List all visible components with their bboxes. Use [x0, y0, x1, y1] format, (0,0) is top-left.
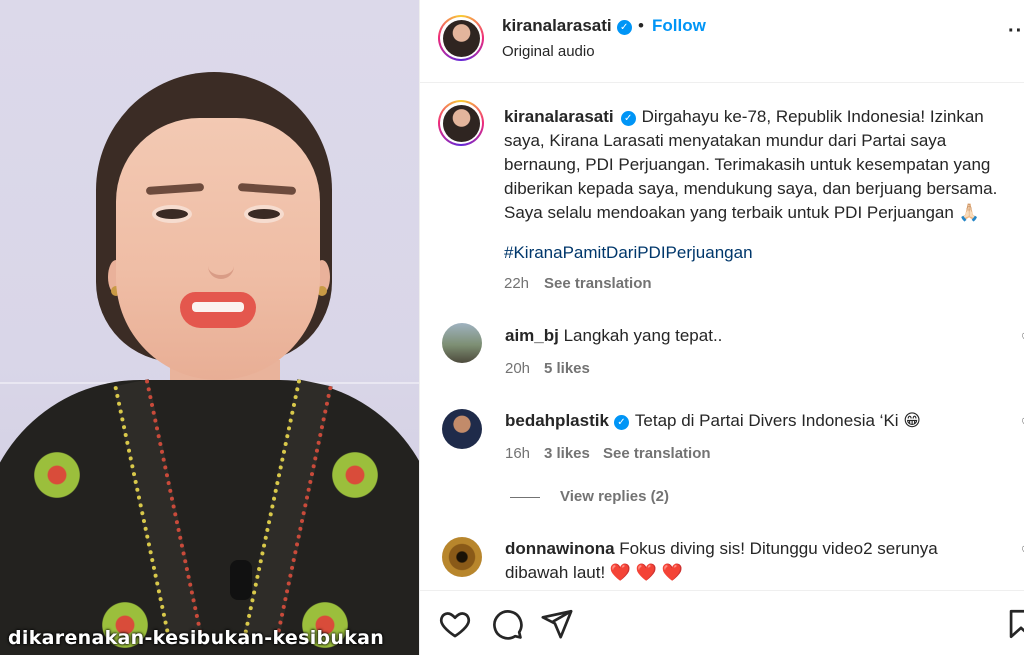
avatar-border [440, 102, 482, 144]
comment-likes[interactable]: 3 likes [544, 445, 590, 462]
teeth [192, 302, 244, 312]
embroidery-flower [320, 440, 390, 510]
caption-text: kiranalarasati ✓ Dirgahayu ke-78, Republik… [504, 105, 1009, 225]
comment-username[interactable]: bedahplastik [505, 411, 609, 430]
replies-divider-line [510, 497, 540, 498]
comment-likes[interactable]: 5 likes [544, 360, 590, 377]
bookmark-icon[interactable] [1004, 607, 1024, 641]
comment-avatar[interactable] [442, 323, 482, 363]
comment-avatar[interactable] [442, 537, 482, 577]
reel-video[interactable]: dikarenakan-kesibukan-kesibukan [0, 0, 419, 655]
verified-badge-icon: ✓ [620, 111, 636, 126]
eye [152, 205, 192, 223]
comment-icon[interactable] [490, 607, 524, 641]
follow-button[interactable]: Follow [652, 16, 706, 36]
comment-text: Langkah yang tepat.. [563, 326, 723, 345]
post-header: kiranalarasati ✓ • Follow Original audio … [420, 0, 1024, 83]
caption-author-avatar[interactable] [438, 100, 484, 146]
clip-microphone [230, 560, 252, 600]
comment-text-row: bedahplastik ✓ Tetap di Partai Divers Indo… [505, 409, 965, 433]
author-username[interactable]: kiranalarasati [502, 16, 612, 35]
comment-avatar[interactable] [442, 409, 482, 449]
comment-username[interactable]: aim_bj [505, 326, 559, 345]
share-icon[interactable] [540, 607, 574, 641]
comment-text-row: aim_bj Langkah yang tepat.. [505, 324, 965, 348]
comment-text: Tetap di Partai Divers Indonesia ‘Ki 😁 [634, 411, 921, 430]
caption-hashtag[interactable]: #KiranaPamitDariPDIPerjuangan [504, 243, 753, 263]
heart-icon[interactable] [438, 607, 472, 641]
author-avatar[interactable] [438, 15, 484, 61]
comment-timestamp[interactable]: 16h [505, 445, 530, 462]
caption-timestamp[interactable]: 22h [504, 275, 529, 292]
view-replies-button[interactable]: View replies (2) [560, 488, 669, 505]
praying-hands-emoji: 🙏🏻 [958, 203, 980, 222]
video-caption-overlay: dikarenakan-kesibukan-kesibukan [8, 627, 385, 649]
author-name-row: kiranalarasati ✓ [502, 16, 632, 36]
embroidery-flower [22, 440, 92, 510]
comment-username[interactable]: donnawinona [505, 539, 615, 558]
eye [244, 205, 284, 223]
post-action-bar [420, 590, 1024, 656]
avatar-image [442, 104, 480, 142]
verified-badge-icon: ✓ [613, 415, 629, 430]
post-panel: kiranalarasati ✓ • Follow Original audio … [419, 0, 1024, 655]
caption-first-line: Dirgahayu ke-78, Republik Indonesia! [641, 107, 926, 126]
comment-see-translation-link[interactable]: See translation [603, 445, 711, 462]
separator-dot: • [638, 16, 644, 35]
more-options-icon[interactable]: ·· [1008, 20, 1023, 43]
verified-badge-icon: ✓ [616, 20, 632, 35]
original-audio-link[interactable]: Original audio [502, 43, 595, 60]
comment-text-row: donnawinona Fokus diving sis! Ditunggu v… [505, 537, 965, 585]
avatar-border [440, 17, 482, 59]
avatar-image [442, 19, 480, 57]
caption-username[interactable]: kiranalarasati [504, 107, 614, 126]
nose [208, 235, 234, 279]
comment-timestamp[interactable]: 20h [505, 360, 530, 377]
see-translation-link[interactable]: See translation [544, 275, 652, 292]
